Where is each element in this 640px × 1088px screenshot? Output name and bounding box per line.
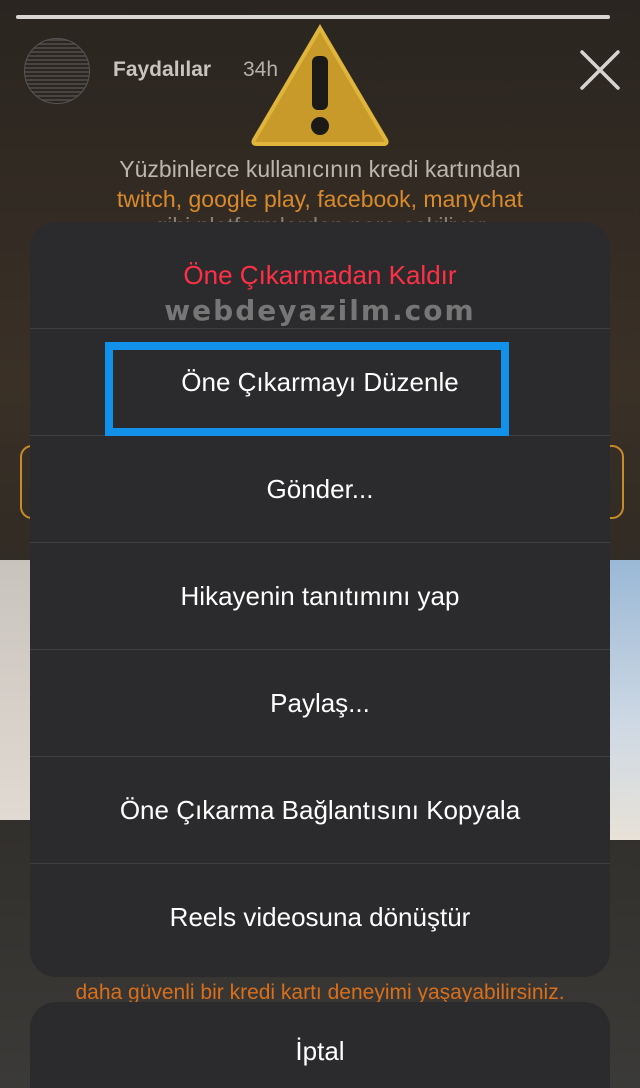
cancel-button[interactable]: İptal bbox=[30, 1002, 610, 1088]
story-username[interactable]: Faydalılar bbox=[113, 58, 211, 82]
warning-icon bbox=[248, 22, 392, 148]
avatar[interactable] bbox=[24, 38, 90, 104]
copy-highlight-link-button[interactable]: Öne Çıkarma Bağlantısını Kopyala bbox=[30, 757, 610, 864]
convert-to-reels-button[interactable]: Reels videosuna dönüştür bbox=[30, 864, 610, 971]
close-icon[interactable] bbox=[578, 48, 622, 92]
story-progress-bar bbox=[16, 15, 610, 19]
watermark: webdeyazilm.com bbox=[164, 294, 476, 327]
story-time: 34h bbox=[243, 58, 279, 81]
share-button[interactable]: Paylaş... bbox=[30, 650, 610, 757]
story-viewer: Faydalılar 34h Yüzbinlerce kullanıcının … bbox=[0, 0, 640, 1088]
action-sheet: Öne Çıkarmadan Kaldır webdeyazilm.com Ön… bbox=[30, 222, 610, 977]
story-text-line: twitch, google play, facebook, manychat bbox=[116, 186, 524, 212]
send-button[interactable]: Gönder... bbox=[30, 436, 610, 543]
highlight-annotation-box bbox=[105, 342, 509, 436]
story-progress-fill bbox=[16, 15, 610, 19]
promote-story-button[interactable]: Hikayenin tanıtımını yap bbox=[30, 543, 610, 650]
story-text-line: Yüzbinlerce kullanıcının kredi kartından bbox=[119, 156, 521, 182]
